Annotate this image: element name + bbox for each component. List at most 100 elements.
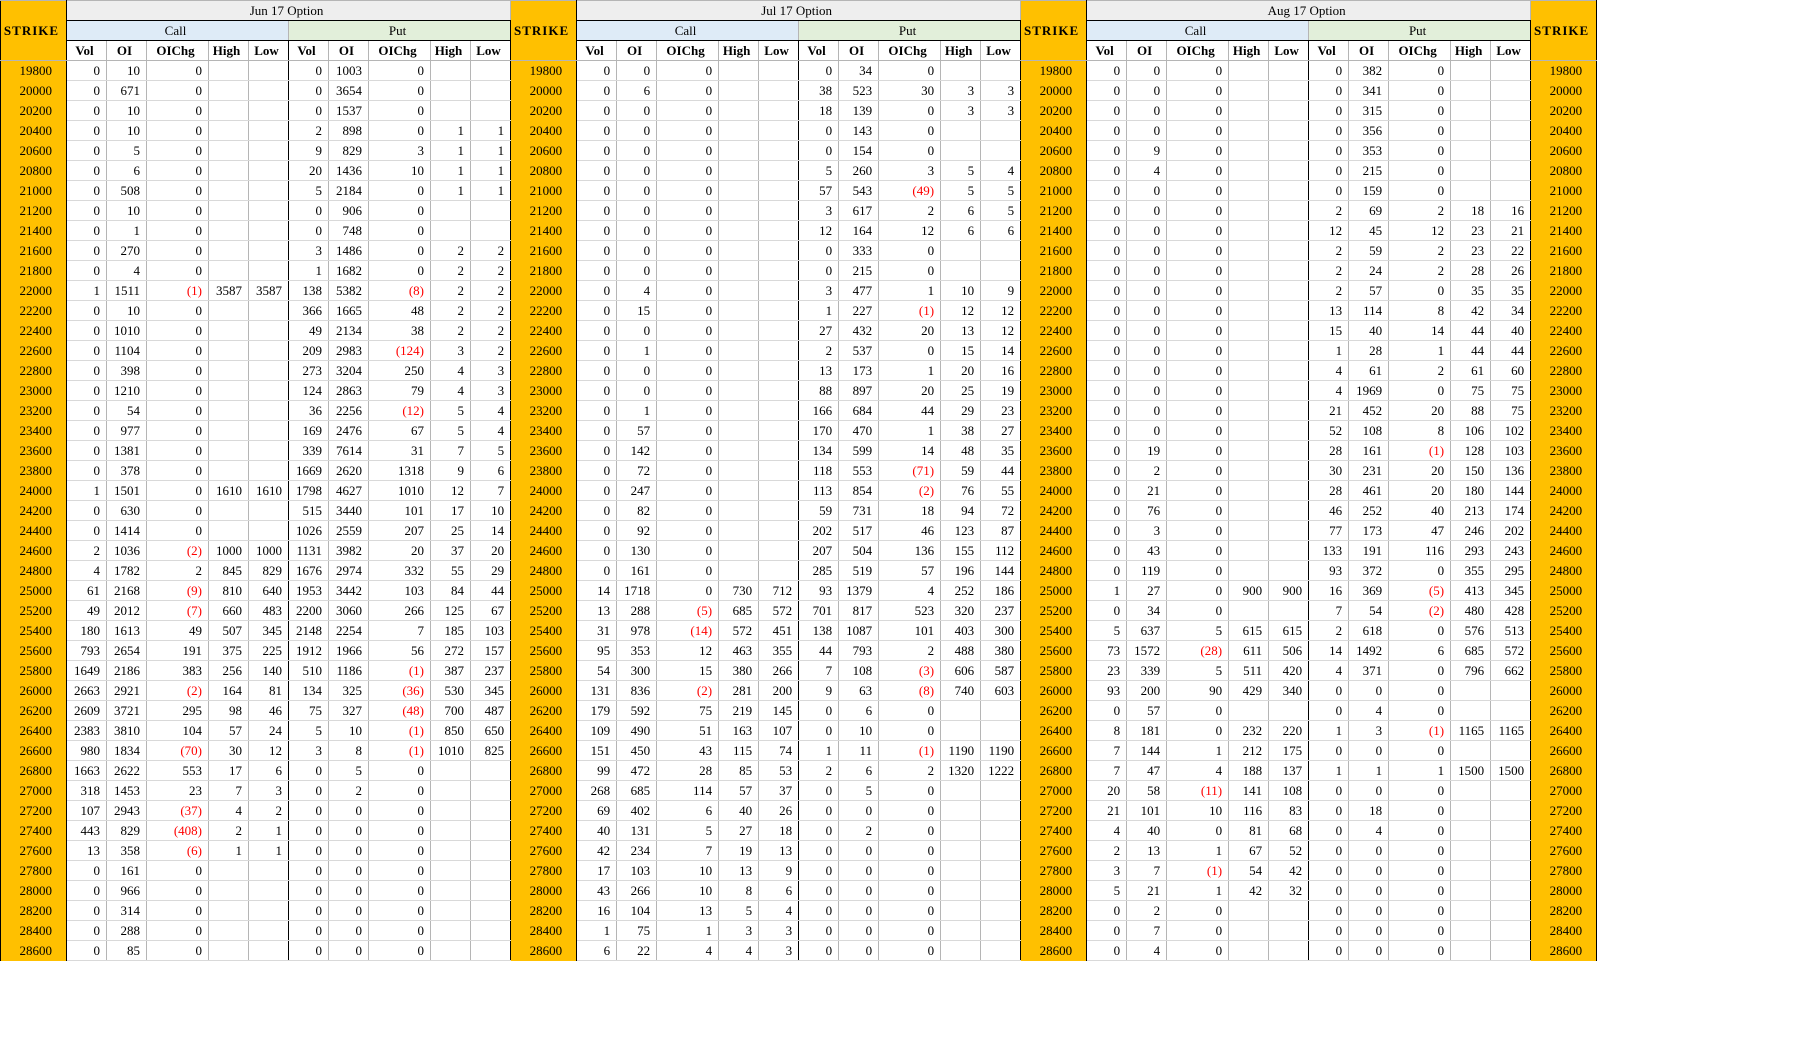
cell-oi: 508 [106, 180, 147, 201]
table-row: 20000 0 671 0 0 3654 0 20000 0 6 0 38 523 30 3 3 20000 0 0… [0, 80, 1598, 101]
cell-oichg: 12 [878, 220, 942, 241]
cell-low: 60 [1490, 360, 1532, 381]
strike-cell: 26400 [1020, 720, 1088, 741]
cell-vol: 0 [798, 260, 840, 281]
cell-oi: 0 [1126, 240, 1168, 261]
cell-low: 3 [980, 100, 1022, 121]
cell-vol: 131 [576, 680, 618, 701]
cell-low [248, 320, 289, 341]
table-row: 23800 0 378 0 1669 2620 1318 9 6 23800 0 72 0 118 553(… [0, 460, 1598, 481]
strike-cell: 20200 [1530, 100, 1598, 121]
cell-oichg: 0 [146, 180, 209, 201]
cell-vol: 0 [576, 380, 618, 401]
table-row: 28000 0 966 0 0 0 0 28000 43 266 10 8 6 0 0 0 28000 5 21 1 4… [0, 880, 1598, 901]
cell-oi: 2012 [106, 600, 147, 621]
cell-oichg: 20 [1388, 460, 1452, 481]
table-row: 26000 2663 2921 (2) 164 81 134 325 (36) 530 345 260… [0, 680, 1598, 701]
cell-oi: 266 [616, 880, 658, 901]
cell-low [1490, 120, 1532, 141]
strike-cell: 23400 [0, 420, 67, 441]
column-header-high: High [430, 40, 471, 61]
cell-high [208, 420, 249, 441]
put-header: Put [1308, 20, 1532, 41]
cell-vol: 0 [576, 120, 618, 141]
cell-high: 3 [718, 920, 760, 941]
cell-low [980, 240, 1022, 261]
cell-low [469, 760, 512, 781]
cell-oichg: 20 [1388, 400, 1452, 421]
cell-oichg: 2 [146, 560, 209, 581]
cell-vol: 0 [66, 320, 107, 341]
cell-oi: 63 [838, 680, 880, 701]
cell-oi: 0 [1348, 920, 1390, 941]
table-row: 27200 107 2943 (37) 4 2 0 0 0 27200 69 402 6 40 26 0 0 0 2… [0, 800, 1598, 821]
cell-high [1228, 400, 1270, 421]
cell-high [208, 880, 249, 901]
cell-oichg: (2) [656, 680, 720, 701]
cell-oichg: 0 [1166, 260, 1230, 281]
cell-low [469, 920, 512, 941]
cell-oichg: 5 [656, 820, 720, 841]
strike-cell: 28000 [1020, 880, 1088, 901]
cell-high [208, 320, 249, 341]
table-row: 25000 61 2168 (9) 810 640 1953 3442 103 84 44 25000… [0, 580, 1598, 601]
cell-oi: 6 [616, 80, 658, 101]
cell-low [469, 80, 512, 101]
cell-oichg: (11) [1166, 780, 1230, 801]
cell-oichg: 0 [146, 80, 209, 101]
cell-vol: 0 [288, 60, 329, 81]
cell-vol: 166 [798, 400, 840, 421]
cell-oi: 0 [838, 920, 880, 941]
cell-high [718, 160, 760, 181]
cell-vol: 13 [576, 600, 618, 621]
cell-high: 5 [940, 160, 982, 181]
cell-vol: 21 [1086, 800, 1128, 821]
cell-vol: 0 [1086, 920, 1128, 941]
cell-vol: 0 [1086, 380, 1128, 401]
cell-vol: 1953 [288, 580, 329, 601]
cell-oichg: 0 [656, 360, 720, 381]
strike-cell: 22600 [510, 340, 578, 361]
cell-high [430, 220, 471, 241]
cell-oichg: 0 [146, 880, 209, 901]
cell-high [1228, 60, 1270, 81]
cell-high: 164 [208, 680, 249, 701]
column-header-oichg: OIChg [146, 40, 209, 61]
cell-low [758, 200, 800, 221]
cell-low [758, 120, 800, 141]
cell-oichg: 295 [146, 700, 209, 721]
cell-low [1268, 260, 1310, 281]
cell-oi: 22 [616, 940, 658, 961]
cell-vol: 4 [1308, 380, 1350, 401]
cell-low [1490, 800, 1532, 821]
cell-low: 12 [980, 320, 1022, 341]
cell-vol: 95 [576, 640, 618, 661]
cell-high [940, 900, 982, 921]
cell-oi: 470 [838, 420, 880, 441]
cell-vol: 2 [1308, 200, 1350, 221]
strike-cell: 25600 [510, 640, 578, 661]
cell-oi: 1613 [106, 620, 147, 641]
column-header-low: Low [248, 40, 289, 61]
cell-oichg: 0 [146, 300, 209, 321]
cell-vol: 118 [798, 460, 840, 481]
cell-high: 81 [1228, 820, 1270, 841]
cell-high: 128 [1450, 440, 1492, 461]
cell-oi: 0 [1126, 380, 1168, 401]
cell-vol: 2148 [288, 620, 329, 641]
cell-oi: 154 [838, 140, 880, 161]
cell-high: 29 [940, 400, 982, 421]
cell-oi: 1379 [838, 580, 880, 601]
strike-cell: 21400 [1530, 220, 1598, 241]
cell-high: 320 [940, 600, 982, 621]
cell-vol: 443 [66, 820, 107, 841]
table-row: 28200 0 314 0 0 0 0 28200 16 104 13 5 4 0 0 0 28200 0 2 0 0 0… [0, 900, 1598, 921]
cell-vol: 5 [288, 720, 329, 741]
cell-oi: 4 [1126, 160, 1168, 181]
cell-high [208, 460, 249, 481]
cell-low: 53 [758, 760, 800, 781]
cell-oichg: 0 [656, 100, 720, 121]
column-header-low: Low [980, 40, 1022, 61]
table-row: 20200 0 10 0 0 1537 0 20200 0 0 0 18 139 0 3 3 20200 0 0 0 0… [0, 100, 1598, 121]
cell-oi: 671 [106, 80, 147, 101]
